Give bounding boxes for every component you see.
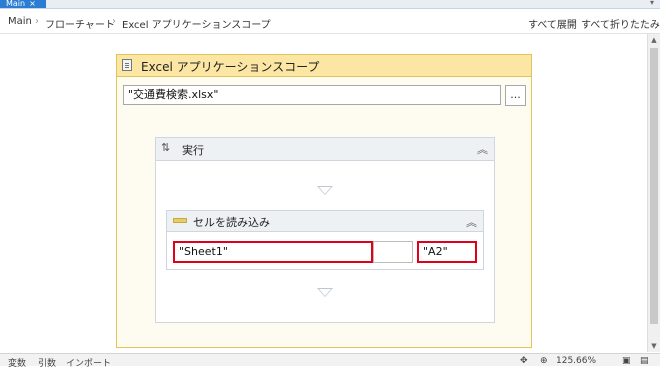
imports-tab[interactable]: インポート: [66, 356, 111, 369]
variables-tab[interactable]: 変数: [8, 356, 26, 369]
breadcrumb-separator: ›: [112, 16, 116, 27]
scope-header[interactable]: Excel アプリケーションスコープ: [117, 55, 531, 77]
workbook-path-input[interactable]: "交通費検索.xlsx": [123, 85, 501, 105]
collapse-icon[interactable]: ︽: [466, 214, 477, 230]
chevron-down-icon[interactable]: ▾: [650, 0, 654, 7]
excel-read-cell-icon: [173, 218, 187, 223]
excel-application-scope[interactable]: Excel アプリケーションスコープ "交通費検索.xlsx" ... ⇅ 実行…: [116, 54, 532, 348]
vertical-scrollbar[interactable]: ▲ ▼: [647, 34, 660, 352]
breadcrumb-separator: ›: [35, 16, 39, 27]
breadcrumb-bar: Main › フローチャート › Excel アプリケーションスコープ すべて展…: [0, 9, 660, 34]
sequence-header[interactable]: ⇅ 実行 ︽: [156, 138, 494, 161]
breadcrumb-item-main[interactable]: Main: [8, 16, 32, 27]
activity-header[interactable]: セルを読み込み ︽: [167, 211, 483, 232]
tab-label: Main: [6, 0, 26, 8]
breadcrumb-item-excel-scope[interactable]: Excel アプリケーションスコープ: [122, 16, 271, 31]
browse-button[interactable]: ...: [505, 85, 526, 106]
breadcrumb-item-flowchart[interactable]: フローチャート: [45, 16, 115, 31]
scope-title: Excel アプリケーションスコープ: [141, 60, 320, 74]
sheet-name-input-extension[interactable]: [373, 241, 413, 263]
tab-main[interactable]: Main ×: [0, 0, 46, 8]
sequence-title: 実行: [182, 144, 204, 157]
arguments-tab[interactable]: 引数: [38, 356, 56, 369]
document-icon: [122, 59, 132, 71]
tab-bar: Main × ▾: [0, 0, 660, 9]
scrollbar-thumb[interactable]: [650, 48, 658, 324]
scroll-down-icon[interactable]: ▼: [648, 340, 660, 352]
close-icon[interactable]: ×: [29, 0, 36, 8]
collapse-icon[interactable]: ︽: [477, 141, 488, 157]
scroll-up-icon[interactable]: ▲: [648, 34, 660, 46]
drop-target-icon[interactable]: [317, 288, 333, 297]
collapse-all-button[interactable]: すべて折りたたみ: [581, 16, 660, 31]
drop-target-icon[interactable]: [317, 186, 333, 195]
status-bar: 変数 引数 インポート ✥ ⊕ 125.66% ▣ ▤: [0, 353, 660, 369]
expand-all-button[interactable]: すべて展開: [528, 16, 577, 31]
cell-address-input[interactable]: "A2": [417, 241, 477, 263]
read-cell-activity[interactable]: セルを読み込み ︽ "Sheet1" "A2": [166, 210, 484, 270]
activity-title: セルを読み込み: [193, 216, 270, 229]
sequence-container[interactable]: ⇅ 実行 ︽ セルを読み込み ︽ "Sheet1" "A2": [155, 137, 495, 323]
sequence-icon: ⇅: [161, 141, 171, 154]
sheet-name-input[interactable]: "Sheet1": [173, 241, 373, 263]
